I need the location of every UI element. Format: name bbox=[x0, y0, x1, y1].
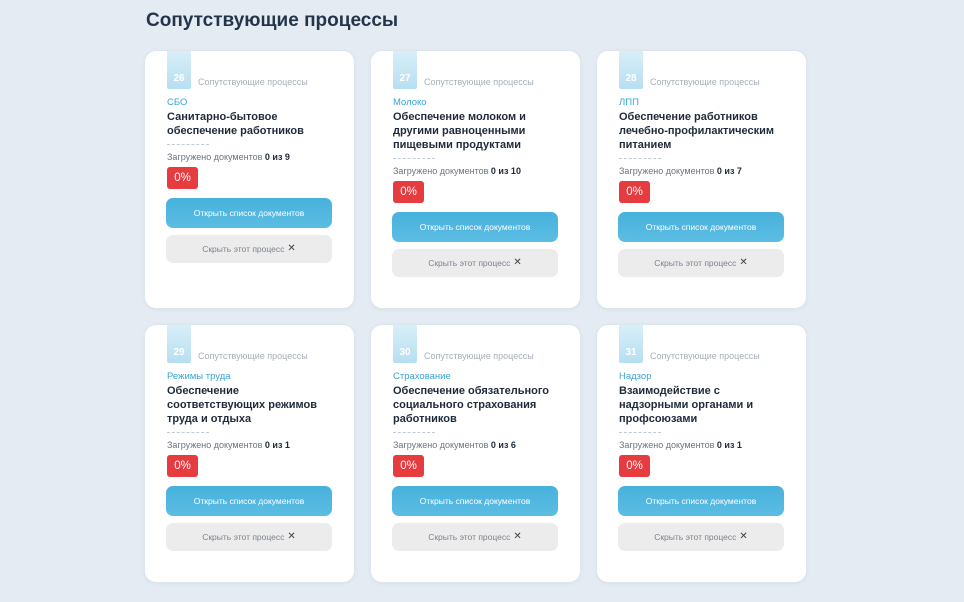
process-card: 28 Сопутствующие процессы ЛПП Обеспечени… bbox=[596, 50, 807, 309]
page-title: Сопутствующие процессы bbox=[146, 10, 399, 31]
process-category-label: Сопутствующие процессы bbox=[424, 77, 534, 87]
process-category-label: Сопутствующие процессы bbox=[198, 351, 308, 361]
card-body: Надзор Взаимодействие с надзорными орган… bbox=[618, 371, 784, 551]
hide-process-button[interactable]: Скрыть этот процесс ✕ bbox=[618, 249, 784, 277]
divider bbox=[393, 432, 435, 433]
card-body: Молоко Обеспечение молоком и другими рав… bbox=[392, 97, 558, 277]
hide-process-label: Скрыть этот процесс bbox=[428, 532, 511, 542]
hide-process-button[interactable]: Скрыть этот процесс ✕ bbox=[392, 523, 558, 551]
hide-process-button[interactable]: Скрыть этот процесс ✕ bbox=[166, 523, 332, 551]
process-card: 27 Сопутствующие процессы Молоко Обеспеч… bbox=[370, 50, 581, 309]
divider bbox=[167, 144, 209, 145]
process-number: 30 bbox=[393, 325, 417, 363]
close-icon: ✕ bbox=[513, 257, 522, 268]
documents-loaded-count: 0 из 7 bbox=[716, 166, 742, 176]
documents-loaded: Загружено документов 0 из 9 bbox=[167, 152, 332, 163]
card-body: СБО Санитарно-бытовое обеспечение работн… bbox=[166, 97, 332, 263]
documents-loaded-label: Загружено документов bbox=[167, 152, 263, 162]
process-code: ЛПП bbox=[619, 97, 639, 108]
close-icon: ✕ bbox=[739, 531, 748, 542]
open-documents-button[interactable]: Открыть список документов bbox=[166, 198, 332, 228]
documents-loaded-count: 0 из 1 bbox=[264, 440, 290, 450]
documents-loaded-count: 0 из 6 bbox=[490, 440, 516, 450]
process-number: 26 bbox=[167, 51, 191, 89]
open-documents-button[interactable]: Открыть список документов bbox=[392, 486, 558, 516]
process-title: Обеспечение соответствующих режимов труд… bbox=[167, 385, 317, 425]
card-body: ЛПП Обеспечение работников лечебно-профи… bbox=[618, 97, 784, 277]
documents-loaded-label: Загружено документов bbox=[393, 440, 489, 450]
documents-loaded-label: Загружено документов bbox=[167, 440, 263, 450]
progress-badge: 0% bbox=[167, 455, 198, 477]
process-card: 31 Сопутствующие процессы Надзор Взаимод… bbox=[596, 324, 807, 583]
hide-process-label: Скрыть этот процесс bbox=[654, 532, 737, 542]
divider bbox=[167, 432, 209, 433]
documents-loaded: Загружено документов 0 из 1 bbox=[619, 440, 784, 451]
close-icon: ✕ bbox=[287, 243, 296, 254]
documents-loaded-count: 0 из 10 bbox=[490, 166, 521, 176]
open-documents-button[interactable]: Открыть список документов bbox=[166, 486, 332, 516]
process-code: Страхование bbox=[393, 371, 451, 382]
documents-loaded: Загружено документов 0 из 10 bbox=[393, 166, 558, 177]
hide-process-label: Скрыть этот процесс bbox=[428, 258, 511, 268]
process-category-label: Сопутствующие процессы bbox=[650, 77, 760, 87]
hide-process-label: Скрыть этот процесс bbox=[654, 258, 737, 268]
process-title: Санитарно-бытовое обеспечение работников bbox=[167, 111, 304, 137]
progress-badge: 0% bbox=[619, 181, 650, 203]
process-number: 27 bbox=[393, 51, 417, 89]
divider bbox=[393, 158, 435, 159]
process-title: Обеспечение работников лечебно-профилакт… bbox=[619, 111, 774, 151]
documents-loaded-label: Загружено документов bbox=[393, 166, 489, 176]
progress-badge: 0% bbox=[393, 455, 424, 477]
process-code: Молоко bbox=[393, 97, 427, 108]
process-title: Обеспечение молоком и другими равноценны… bbox=[393, 111, 526, 151]
process-card: 29 Сопутствующие процессы Режимы труда О… bbox=[144, 324, 355, 583]
card-body: Страхование Обеспечение обязательного со… bbox=[392, 371, 558, 551]
hide-process-button[interactable]: Скрыть этот процесс ✕ bbox=[392, 249, 558, 277]
hide-process-button[interactable]: Скрыть этот процесс ✕ bbox=[166, 235, 332, 263]
open-documents-button[interactable]: Открыть список документов bbox=[392, 212, 558, 242]
documents-loaded-label: Загружено документов bbox=[619, 166, 715, 176]
hide-process-label: Скрыть этот процесс bbox=[202, 244, 285, 254]
process-title: Обеспечение обязательного социального ст… bbox=[393, 385, 550, 425]
process-grid: 26 Сопутствующие процессы СБО Санитарно-… bbox=[144, 50, 808, 590]
process-category-label: Сопутствующие процессы bbox=[650, 351, 760, 361]
documents-loaded-count: 0 из 9 bbox=[264, 152, 290, 162]
documents-loaded: Загружено документов 0 из 1 bbox=[167, 440, 332, 451]
process-code: Режимы труда bbox=[167, 371, 231, 382]
documents-loaded: Загружено документов 0 из 7 bbox=[619, 166, 784, 177]
close-icon: ✕ bbox=[739, 257, 748, 268]
close-icon: ✕ bbox=[287, 531, 296, 542]
process-card: 26 Сопутствующие процессы СБО Санитарно-… bbox=[144, 50, 355, 309]
hide-process-label: Скрыть этот процесс bbox=[202, 532, 285, 542]
documents-loaded: Загружено документов 0 из 6 bbox=[393, 440, 558, 451]
card-body: Режимы труда Обеспечение соответствующих… bbox=[166, 371, 332, 551]
open-documents-button[interactable]: Открыть список документов bbox=[618, 486, 784, 516]
process-number: 28 bbox=[619, 51, 643, 89]
process-category-label: Сопутствующие процессы bbox=[424, 351, 534, 361]
divider bbox=[619, 158, 661, 159]
progress-badge: 0% bbox=[619, 455, 650, 477]
process-number: 29 bbox=[167, 325, 191, 363]
process-code: Надзор bbox=[619, 371, 652, 382]
progress-badge: 0% bbox=[393, 181, 424, 203]
hide-process-button[interactable]: Скрыть этот процесс ✕ bbox=[618, 523, 784, 551]
process-title: Взаимодействие с надзорными органами и п… bbox=[619, 385, 754, 425]
process-code: СБО bbox=[167, 97, 188, 108]
documents-loaded-label: Загружено документов bbox=[619, 440, 715, 450]
process-number: 31 bbox=[619, 325, 643, 363]
open-documents-button[interactable]: Открыть список документов bbox=[618, 212, 784, 242]
progress-badge: 0% bbox=[167, 167, 198, 189]
close-icon: ✕ bbox=[513, 531, 522, 542]
process-category-label: Сопутствующие процессы bbox=[198, 77, 308, 87]
divider bbox=[619, 432, 661, 433]
process-card: 30 Сопутствующие процессы Страхование Об… bbox=[370, 324, 581, 583]
documents-loaded-count: 0 из 1 bbox=[716, 440, 742, 450]
